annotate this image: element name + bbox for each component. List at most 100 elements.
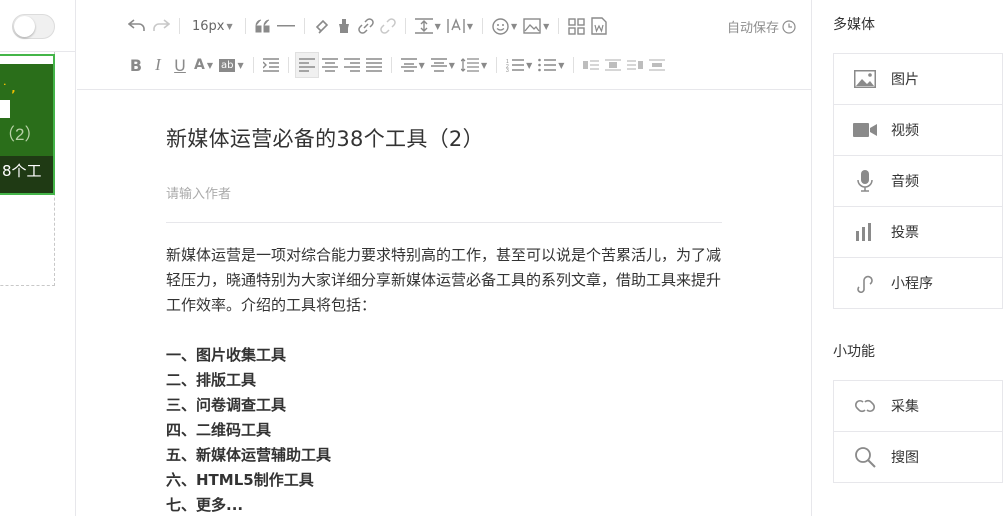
indent-button[interactable] [260,52,282,78]
spacing-after-select[interactable]: ▼ [428,52,458,78]
toolbar-separator [303,18,305,34]
article-title-input[interactable]: 新媒体运营必备的38个工具（2） [166,123,722,155]
thumb-caption: 8个工 [0,156,53,193]
font-size-value: 16px [192,18,225,34]
toolbar-row-1: 16px ▼ ▼ ▼ ▼ ▼ [125,13,610,39]
toolbar-separator [287,57,289,73]
toolbar-separator [573,57,575,73]
background-color-icon: ab [219,58,236,72]
insert-link-icon[interactable] [355,13,377,39]
article-list[interactable]: 一、图片收集工具 二、排版工具 三、问卷调查工具 四、二维码工具 五、新媒体运营… [166,343,722,516]
toggle-switch[interactable] [12,14,55,39]
article-paragraph[interactable]: 新媒体运营是一项对综合能力要求特别高的工作，甚至可以说是个苦累活儿，为了减轻压力… [166,243,722,318]
editor-app: ˙ , （2） 8个工 16px ▼ ▼ ▼ ▼ ▼ B I U A ▼ ab … [0,0,1005,516]
clock-icon [782,19,796,34]
redo-button[interactable] [149,13,173,39]
collect-button[interactable]: 采集 [834,381,1002,432]
bold-button[interactable]: B [125,52,147,78]
chevron-down-icon: ▼ [510,21,518,31]
search-icon [852,444,878,470]
author-input[interactable]: 请输入作者 [166,183,722,207]
insert-audio-button[interactable]: 音频 [834,156,1002,207]
toolbar-separator [244,18,246,34]
article-thumbnail-card[interactable]: ˙ , （2） 8个工 [0,54,55,195]
multimedia-panel: 图片 视频 音频 投票 小程序 [833,53,1003,309]
chevron-down-icon: ▼ [543,21,550,31]
collect-label: 采集 [891,399,919,415]
chevron-down-icon: ▼ [434,21,441,31]
image-icon [852,66,878,92]
float-left-button[interactable] [580,52,602,78]
word-document-icon[interactable] [588,13,610,39]
autosave-label: 自动保存 [726,21,779,36]
toolbar-separator [252,57,254,73]
align-left-button[interactable] [294,52,319,78]
font-color-icon: A [194,57,205,73]
underline-button[interactable]: U [169,52,191,78]
autosave-toggle[interactable]: 自动保存 [727,17,796,36]
svg-text:3: 3 [506,68,509,72]
article-cover-image: ˙ , （2） [0,64,53,156]
clear-format-button[interactable] [333,13,355,39]
toolbar-separator [481,18,483,34]
insert-vote-button[interactable]: 投票 [834,207,1002,258]
toolbar-row-2: B I U A ▼ ab ▼ ▼ ▼ ▼ 1 2 3 ▼ ▼ [125,52,668,78]
list-item: 三、问卷调查工具 [166,396,287,414]
undo-button[interactable] [125,13,149,39]
italic-button[interactable]: I [147,52,169,78]
chevron-down-icon: ▼ [466,21,473,31]
line-height-select[interactable]: ▼ [458,52,490,78]
ordered-list-select[interactable]: 123 ▼ [503,52,535,78]
font-color-select[interactable]: A ▼ [191,52,216,78]
tools-panel: 采集 搜图 [833,380,1003,483]
chevron-down-icon: ▼ [206,60,213,70]
insert-image-button[interactable]: 图片 [834,54,1002,105]
toolbar-separator [404,18,406,34]
toolbar-separator [496,57,498,73]
chevron-down-icon: ▼ [558,60,565,70]
align-center-button[interactable] [319,52,341,78]
image-insert-select[interactable]: ▼ [520,13,552,39]
insert-video-button[interactable]: 视频 [834,105,1002,156]
video-icon [852,117,878,143]
unlink-icon[interactable] [377,13,399,39]
insert-miniprogram-button[interactable]: 小程序 [834,258,1002,308]
insert-image-label: 图片 [891,72,919,88]
emoji-select[interactable]: ▼ [489,13,520,39]
unordered-list-select[interactable]: ▼ [535,52,567,78]
align-justify-button[interactable] [363,52,385,78]
spacing-before-select[interactable]: ▼ [398,52,428,78]
chevron-down-icon: ▼ [418,60,425,70]
insert-sidebar: 多媒体 图片 视频 音频 投票 小程序 小功能 采集 搜图 [813,0,1005,516]
search-image-button[interactable]: 搜图 [834,432,1002,482]
editor-toolbar: 16px ▼ ▼ ▼ ▼ ▼ B I U A ▼ ab ▼ ▼ ▼ ▼ 1 2 … [77,0,812,90]
list-item: 四、二维码工具 [166,421,272,439]
template-grid-icon[interactable] [565,13,588,39]
chevron-down-icon: ▼ [480,60,488,70]
float-none-button[interactable] [602,52,624,78]
float-center-button[interactable] [646,52,668,78]
paragraph-spacing-select[interactable]: ▼ [412,13,444,39]
title-divider [166,222,722,223]
insert-vote-label: 投票 [891,225,919,241]
list-item: 二、排版工具 [166,371,257,389]
cover-glyph [0,100,10,118]
float-right-button[interactable] [624,52,646,78]
sparkle-icon: ˙ , [2,82,16,95]
editor-panel: 16px ▼ ▼ ▼ ▼ ▼ B I U A ▼ ab ▼ ▼ ▼ ▼ 1 2 … [77,0,812,516]
font-size-select[interactable]: 16px ▼ [186,13,239,39]
background-color-select[interactable]: ab ▼ [216,52,247,78]
list-item: 六、HTML5制作工具 [166,471,314,489]
collect-icon [852,393,878,419]
letter-spacing-select[interactable]: ▼ [444,13,476,39]
list-item: 一、图片收集工具 [166,346,287,364]
align-right-button[interactable] [341,52,363,78]
format-painter-button[interactable] [311,13,333,39]
microphone-icon [852,168,878,194]
horizontal-rule-button[interactable] [274,13,298,39]
link-icon [852,270,878,296]
search-image-label: 搜图 [891,450,919,466]
blockquote-button[interactable] [252,13,274,39]
thumb-subtitle: （2） [0,125,42,144]
editor-content[interactable]: 新媒体运营必备的38个工具（2） 请输入作者 新媒体运营是一项对综合能力要求特别… [166,90,722,516]
